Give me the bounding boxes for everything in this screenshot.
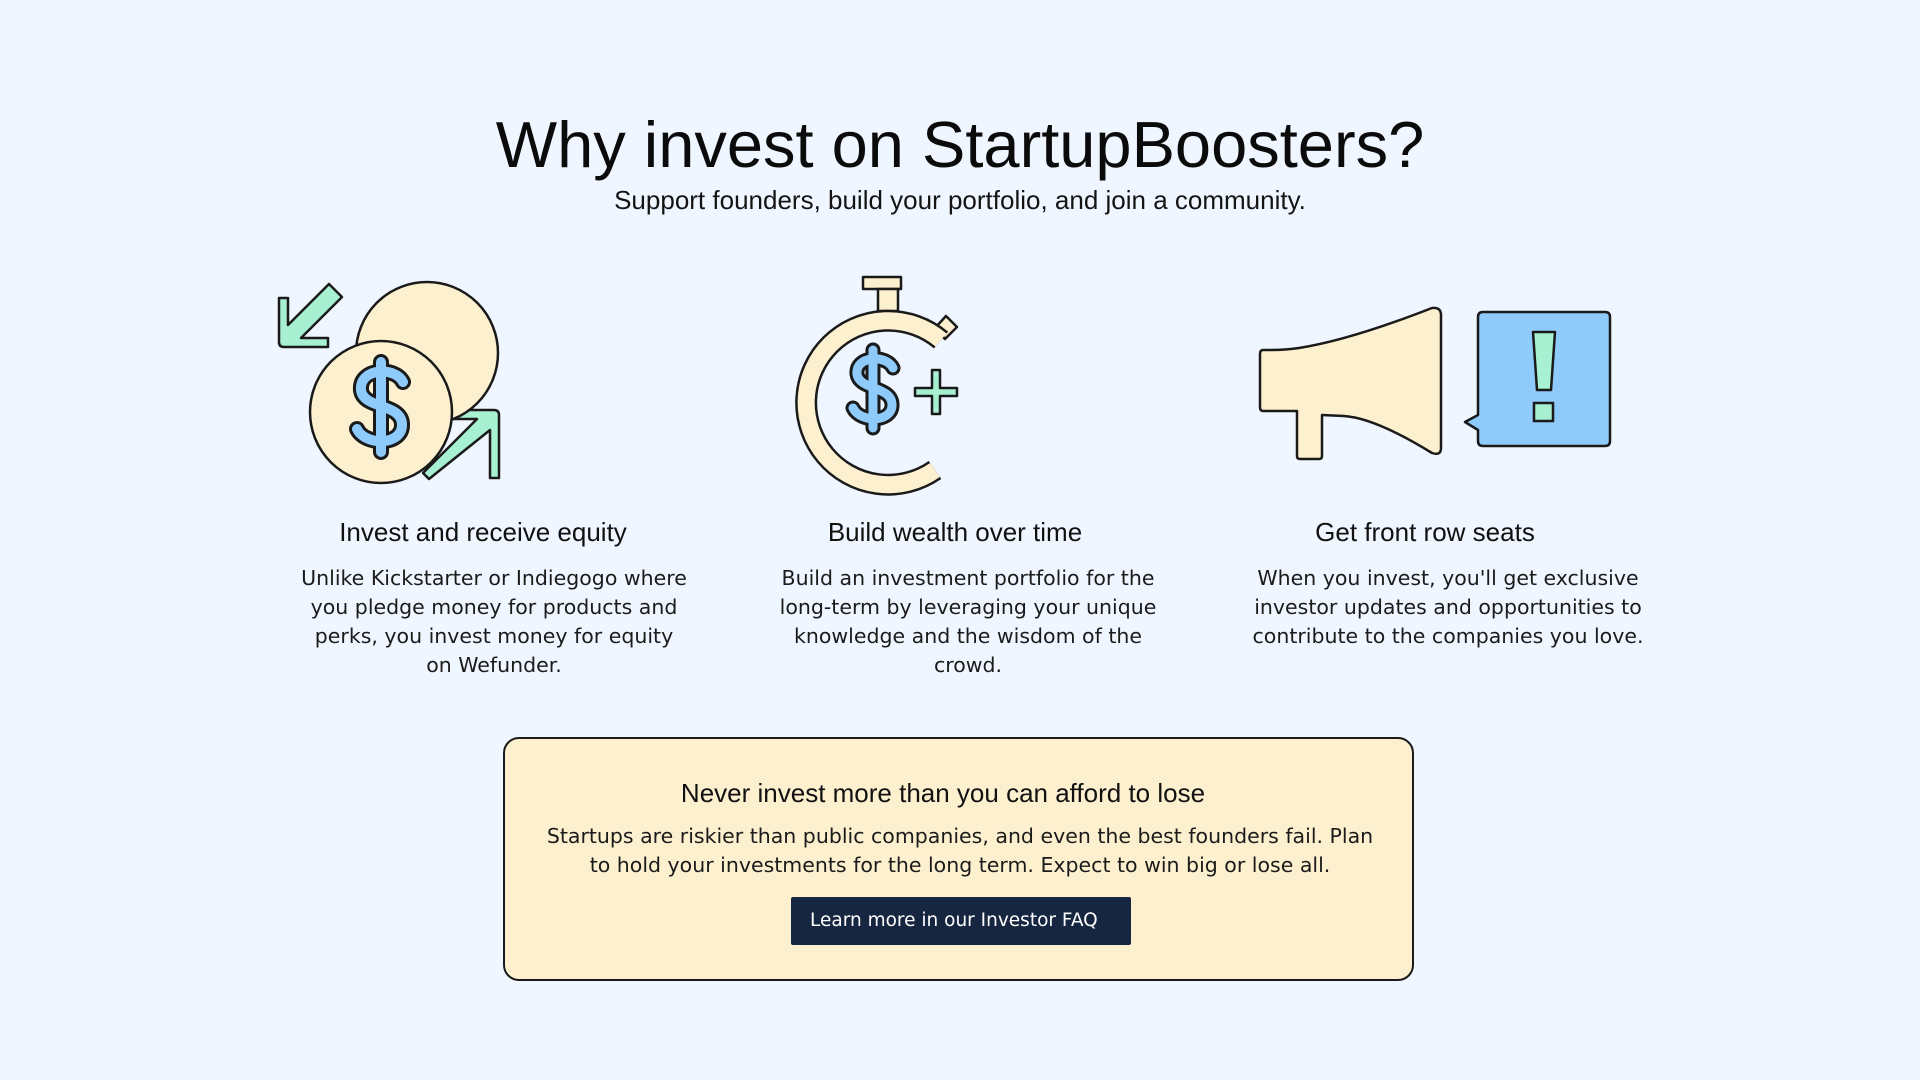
- megaphone-alert-icon: [1215, 270, 1635, 500]
- feature-title: Get front row seats: [1315, 517, 1535, 547]
- feature-title: Build wealth over time: [827, 517, 1083, 547]
- risk-warning-card: Never invest more than you can afford to…: [503, 737, 1414, 981]
- feature-description: When you invest, you'll get exclusive in…: [1252, 566, 1644, 648]
- page-title: Why invest on StartupBoosters?: [495, 108, 1425, 181]
- page-subtitle: Support founders, build your portfolio, …: [614, 185, 1306, 215]
- feature-description: Unlike Kickstarter or Indiegogo where yo…: [301, 566, 687, 677]
- stopwatch-dollar-icon: [745, 270, 1165, 500]
- investor-faq-button[interactable]: Learn more in our Investor FAQ: [791, 897, 1131, 945]
- warning-title: Never invest more than you can afford to…: [680, 778, 1206, 808]
- feature-title: Invest and receive equity: [339, 517, 627, 547]
- feature-description: Build an investment portfolio for the lo…: [779, 566, 1157, 677]
- coins-exchange-icon: [273, 270, 693, 500]
- warning-text: Startups are riskier than public compani…: [546, 824, 1374, 877]
